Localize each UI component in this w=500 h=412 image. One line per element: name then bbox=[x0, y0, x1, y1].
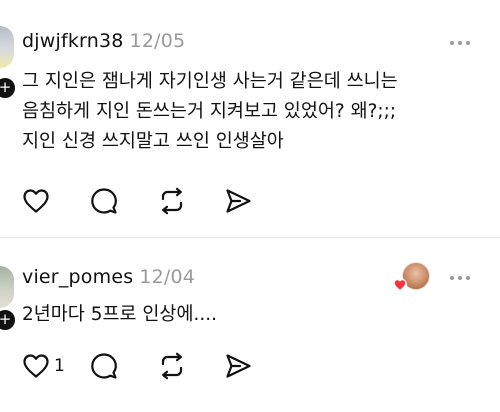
repost-button[interactable] bbox=[158, 351, 186, 381]
timestamp: 12/04 bbox=[139, 266, 196, 288]
repost-icon bbox=[161, 352, 183, 380]
like-count: 1 bbox=[54, 356, 65, 376]
action-bar bbox=[22, 186, 282, 216]
reply-post: + vier_pomes 12/04 2년마다 5프로 인상에.... 1 bbox=[0, 238, 500, 412]
like-button[interactable] bbox=[22, 186, 54, 216]
heart-icon bbox=[23, 354, 49, 378]
post-header: djwjfkrn38 12/05 bbox=[22, 30, 185, 52]
comment-button[interactable] bbox=[90, 186, 118, 216]
reply-post: + djwjfkrn38 12/05 그 지인은 잼나게 자기인생 사는거 같은데… bbox=[0, 0, 500, 238]
avatar[interactable] bbox=[0, 266, 14, 308]
repost-icon bbox=[161, 187, 183, 215]
action-bar: 1 bbox=[22, 351, 282, 381]
comment-icon bbox=[91, 188, 117, 214]
repost-button[interactable] bbox=[158, 186, 186, 216]
send-icon bbox=[226, 189, 251, 213]
like-button[interactable]: 1 bbox=[22, 351, 65, 381]
post-body: 2년마다 5프로 인상에.... bbox=[22, 304, 217, 325]
username[interactable]: vier_pomes bbox=[22, 266, 133, 288]
post-body: 그 지인은 잼나게 자기인생 사는거 같은데 쓰니는 음침하게 지인 돈쓰는거 … bbox=[22, 71, 398, 152]
username[interactable]: djwjfkrn38 bbox=[22, 30, 124, 52]
share-button[interactable] bbox=[224, 351, 252, 381]
share-button[interactable] bbox=[224, 186, 252, 216]
avatar[interactable] bbox=[0, 26, 14, 68]
comment-icon bbox=[91, 353, 117, 379]
heart-icon bbox=[23, 189, 49, 213]
follow-plus-icon[interactable]: + bbox=[0, 308, 17, 332]
timestamp: 12/05 bbox=[129, 30, 186, 52]
more-icon[interactable] bbox=[450, 41, 472, 47]
liked-heart-icon bbox=[393, 278, 407, 292]
send-icon bbox=[226, 354, 251, 378]
follow-plus-icon[interactable]: + bbox=[0, 76, 17, 100]
more-icon[interactable] bbox=[450, 276, 472, 282]
comment-button[interactable] bbox=[90, 351, 118, 381]
post-header: vier_pomes 12/04 bbox=[22, 266, 195, 288]
